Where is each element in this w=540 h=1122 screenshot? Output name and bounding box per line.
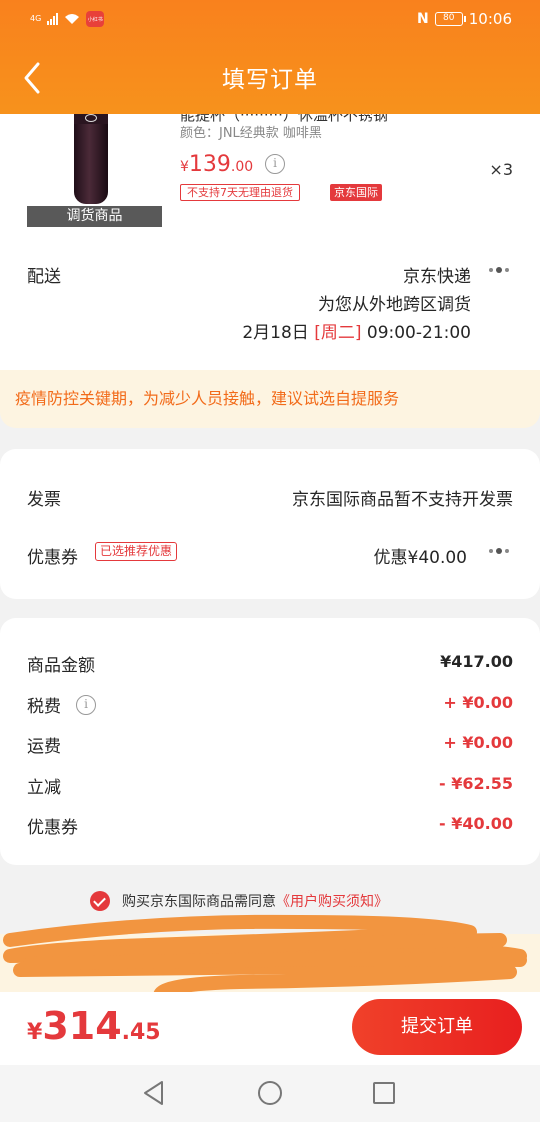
- nav-back-icon[interactable]: [142, 1080, 166, 1106]
- coupon-value[interactable]: 优惠¥40.00: [374, 543, 467, 568]
- product-image[interactable]: 调货商品: [27, 114, 162, 227]
- no-return-badge: 不支持7天无理由退货: [180, 184, 300, 201]
- nav-recent-apps-icon[interactable]: [373, 1082, 395, 1104]
- status-bar: 4G 小红书 N 80 10:06: [0, 0, 540, 40]
- page-title: 填写订单: [222, 67, 318, 93]
- product-price: ¥139.00: [180, 152, 253, 177]
- goods-amount-label: 商品金额: [27, 656, 95, 676]
- tax-label: 税费: [27, 697, 61, 717]
- product-quantity: ×3: [489, 160, 513, 179]
- delivery-window: 09:00-21:00: [366, 323, 471, 343]
- total-currency: ¥: [27, 1020, 43, 1045]
- coupon-label: 优惠券: [27, 548, 78, 568]
- invoice-label: 发票: [27, 490, 61, 510]
- epidemic-notice: 疫情防控关键期，为减少人员接触，建议试选自提服务: [0, 370, 540, 428]
- app-notification-icon: 小红书: [86, 11, 105, 27]
- delivery-label: 配送: [27, 267, 61, 287]
- nfc-icon: N: [417, 11, 429, 27]
- tax-info-icon[interactable]: i: [76, 695, 96, 715]
- battery-icon: 80: [434, 12, 466, 26]
- tax-value: + ¥0.00: [443, 693, 513, 712]
- jd-international-badge: 京东国际: [330, 184, 382, 201]
- invoice-coupon-card: 发票 京东国际商品暂不支持开发票 优惠券 已选推荐优惠 优惠¥40.00: [0, 449, 540, 599]
- price-summary-card: 商品金额 ¥417.00 税费 i + ¥0.00 运费 + ¥0.00 立减 …: [0, 618, 540, 865]
- discount-value: - ¥62.55: [439, 774, 513, 793]
- product-image-tag: 调货商品: [27, 206, 162, 227]
- status-left: 4G 小红书: [30, 11, 105, 27]
- shipping-label: 运费: [27, 737, 61, 757]
- goods-amount-value: ¥417.00: [440, 652, 513, 671]
- product-spec: 颜色：JNL经典款 咖啡黑: [180, 126, 322, 141]
- total-price: ¥314.45: [27, 1004, 161, 1048]
- delivery-more-icon[interactable]: [485, 265, 513, 277]
- bottle-image: [74, 114, 108, 204]
- submit-order-button[interactable]: 提交订单: [352, 999, 522, 1055]
- delivery-weekday: [周二]: [314, 323, 362, 343]
- product-card: 调货商品 能提杯（·········）休温杯不锈钢 颜色：JNL经典款 咖啡黑 …: [0, 106, 540, 370]
- delivery-time[interactable]: 2月18日 [周二] 09:00-21:00: [242, 318, 471, 343]
- status-right: N 80 10:06: [417, 10, 512, 28]
- status-time: 10:06: [468, 10, 512, 28]
- checkout-bar: ¥314.45 提交订单: [0, 992, 540, 1065]
- price-info-icon[interactable]: i: [265, 154, 285, 174]
- signal-icon: [47, 13, 59, 25]
- coupon-more-icon[interactable]: [485, 546, 513, 558]
- total-integer: 314: [42, 1004, 122, 1048]
- delivery-note: 为您从外地跨区调货: [318, 295, 471, 315]
- shipping-value: + ¥0.00: [443, 733, 513, 752]
- app-header: 4G 小红书 N 80 10:06 填写订单: [0, 0, 540, 114]
- system-nav-bar: [0, 1065, 540, 1122]
- nav-home-icon[interactable]: [258, 1081, 282, 1105]
- price-integer: 139: [188, 152, 231, 177]
- invoice-value: 京东国际商品暂不支持开发票: [292, 490, 513, 510]
- summary-coupon-value: - ¥40.00: [439, 814, 513, 833]
- delivery-date: 2月18日: [242, 323, 309, 343]
- discount-label: 立减: [27, 778, 61, 798]
- price-decimal: .00: [230, 159, 254, 175]
- coupon-recommended-tag: 已选推荐优惠: [95, 542, 178, 561]
- wifi-icon: [65, 14, 80, 24]
- price-currency: ¥: [180, 159, 189, 175]
- summary-coupon-label: 优惠券: [27, 818, 78, 838]
- delivery-carrier[interactable]: 京东快递: [403, 262, 471, 287]
- total-decimal: .45: [121, 1020, 161, 1045]
- network-type: 4G: [30, 14, 42, 23]
